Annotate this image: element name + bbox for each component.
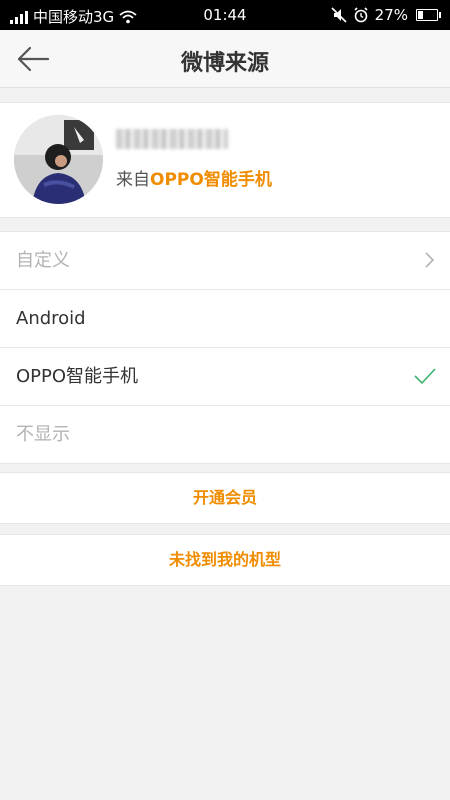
- battery-icon: [416, 9, 441, 21]
- option-hide[interactable]: 不显示: [0, 406, 450, 463]
- chevron-right-icon: [425, 252, 434, 268]
- battery-fill: [418, 11, 424, 19]
- status-bar-right: 27%: [331, 6, 441, 24]
- navigation-bar: 微博来源: [0, 30, 450, 88]
- alarm-icon: [354, 7, 368, 23]
- avatar-image: [14, 115, 103, 204]
- battery-percent: 27%: [374, 6, 408, 24]
- status-bar: 中国移动3G 01:44 27%: [0, 0, 450, 30]
- source-line: 来自OPPO智能手机: [116, 165, 272, 190]
- option-android[interactable]: Android: [0, 290, 450, 348]
- open-vip-button[interactable]: 开通会员: [0, 472, 450, 524]
- blurred-username: [116, 129, 228, 149]
- source-prefix: 来自: [116, 170, 150, 190]
- profile-card: [0, 102, 450, 218]
- avatar[interactable]: [14, 115, 103, 204]
- page-title: 微博来源: [180, 51, 269, 76]
- option-label: 不显示: [16, 424, 70, 445]
- option-oppo-phone[interactable]: OPPO智能手机: [0, 348, 450, 406]
- model-not-found-button[interactable]: 未找到我的机型: [0, 534, 450, 586]
- source-device: OPPO智能手机: [150, 170, 272, 190]
- checkmark-icon: [414, 368, 436, 385]
- source-options-list: 自定义 Android OPPO智能手机 不显示: [0, 231, 450, 464]
- option-custom[interactable]: 自定义: [0, 232, 450, 290]
- option-label: OPPO智能手机: [16, 366, 139, 387]
- option-label: 自定义: [16, 250, 70, 271]
- option-label: Android: [16, 308, 86, 329]
- mute-icon: [331, 7, 347, 23]
